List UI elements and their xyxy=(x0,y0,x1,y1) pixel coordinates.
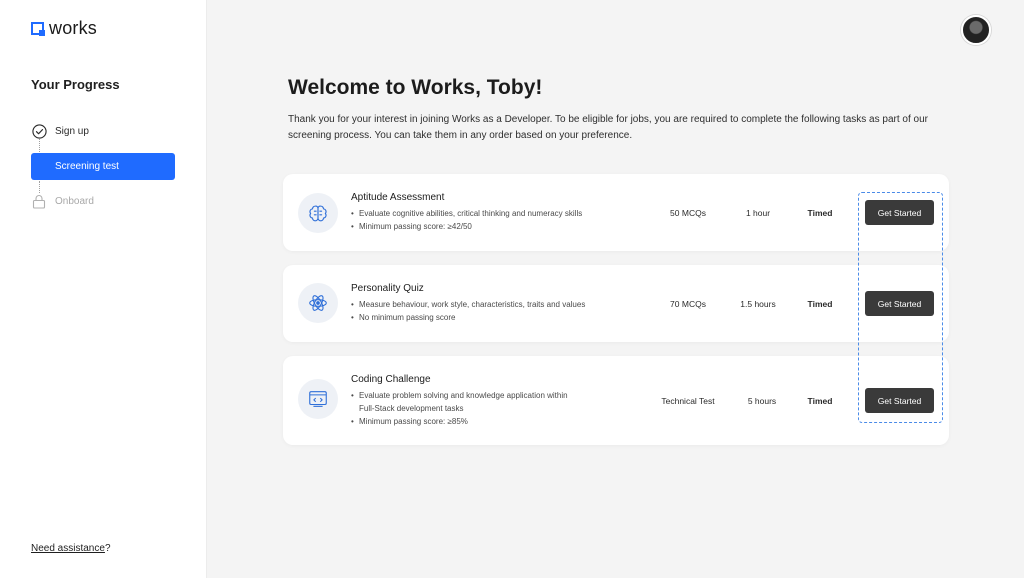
task-mode: Timed xyxy=(807,396,833,406)
task-title: Aptitude Assessment xyxy=(351,192,445,203)
task-title: Coding Challenge xyxy=(351,374,431,385)
task-bullet: Minimum passing score: ≥85% xyxy=(351,415,568,428)
task-duration: 1 hour xyxy=(745,208,771,218)
step-label: Sign up xyxy=(55,126,89,137)
assist-suffix: ? xyxy=(104,543,111,554)
task-bullets: Evaluate cognitive abilities, critical t… xyxy=(351,207,582,233)
task-card-coding: Coding Challenge Evaluate problem solvin… xyxy=(283,356,949,445)
task-card-personality: Personality Quiz Measure behaviour, work… xyxy=(283,265,949,342)
task-mode: Timed xyxy=(807,208,833,218)
step-onboard[interactable]: Onboard xyxy=(31,188,175,215)
step-screening-test[interactable]: Screening test xyxy=(31,153,175,180)
task-bullets: Measure behaviour, work style, character… xyxy=(351,298,585,324)
task-card-aptitude: Aptitude Assessment Evaluate cognitive a… xyxy=(283,174,949,251)
task-questions: 70 MCQs xyxy=(670,299,706,309)
brand-name: works xyxy=(49,18,98,38)
task-title: Personality Quiz xyxy=(351,283,424,294)
works-logo[interactable]: works xyxy=(31,18,97,39)
task-duration: 5 hours xyxy=(747,396,777,406)
intro-text: Thank you for your interest in joining W… xyxy=(288,114,928,141)
atom-icon xyxy=(298,283,338,323)
task-duration: 1.5 hours xyxy=(740,299,776,309)
task-bullet: Measure behaviour, work style, character… xyxy=(351,298,585,311)
sidebar: works Your Progress Sign up Screening te… xyxy=(0,0,207,578)
page-title: Welcome to Works, Toby! xyxy=(288,76,543,99)
lock-icon xyxy=(31,194,47,210)
need-assistance-link[interactable]: Need assistance xyxy=(31,543,105,554)
task-bullet: Full-Stack development tasks xyxy=(359,404,464,413)
progress-title: Your Progress xyxy=(31,77,120,92)
get-started-button-aptitude[interactable]: Get Started xyxy=(865,200,934,225)
task-bullet: Evaluate cognitive abilities, critical t… xyxy=(351,207,582,220)
task-questions: 50 MCQs xyxy=(670,208,706,218)
code-window-icon xyxy=(298,379,338,419)
step-sign-up[interactable]: Sign up xyxy=(31,118,175,145)
user-avatar[interactable] xyxy=(961,15,991,45)
task-bullet: Minimum passing score: ≥42/50 xyxy=(351,220,582,233)
task-bullet: Evaluate problem solving and knowledge a… xyxy=(351,389,568,402)
task-mode: Timed xyxy=(807,299,833,309)
works-logo-icon xyxy=(31,22,45,36)
brain-icon xyxy=(298,193,338,233)
check-circle-icon xyxy=(31,124,47,140)
step-label: Onboard xyxy=(55,196,94,207)
get-started-button-personality[interactable]: Get Started xyxy=(865,291,934,316)
task-bullets: Evaluate problem solving and knowledge a… xyxy=(351,389,568,428)
task-questions: Technical Test xyxy=(661,396,715,406)
get-started-button-coding[interactable]: Get Started xyxy=(865,388,934,413)
task-bullet: No minimum passing score xyxy=(351,311,585,324)
step-connector xyxy=(39,139,40,152)
assistance: Need assistance? xyxy=(31,543,111,554)
step-label: Screening test xyxy=(55,161,119,172)
